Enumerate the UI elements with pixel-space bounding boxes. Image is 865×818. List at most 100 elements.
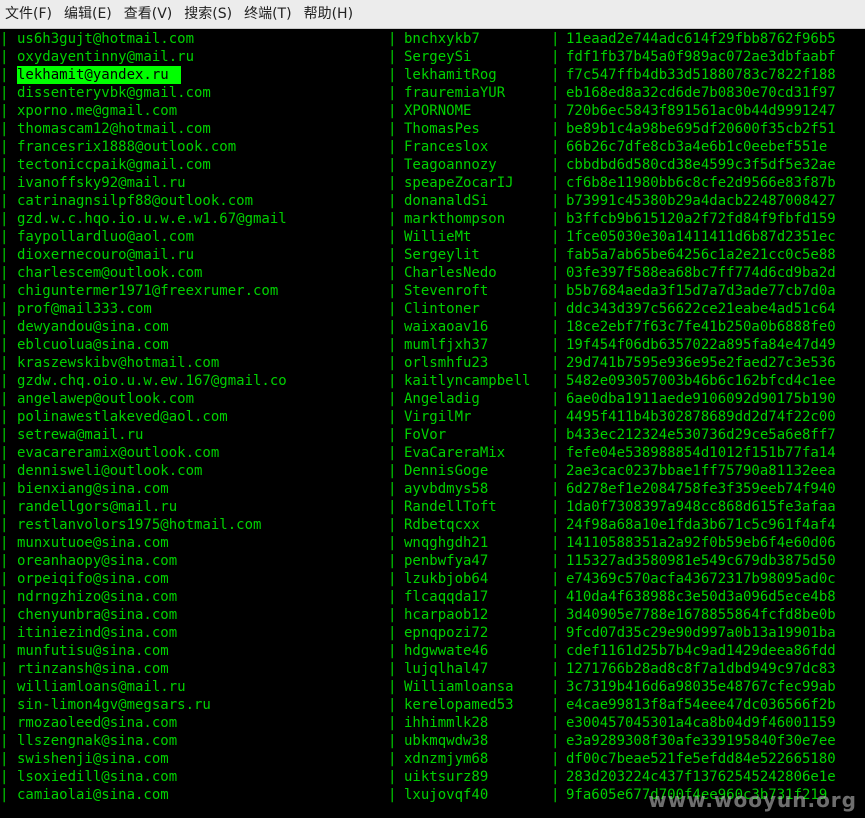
terminal-row: | chiguntermer1971@freexrumer.com | Stevenr… bbox=[0, 282, 865, 300]
column-separator: | bbox=[388, 85, 397, 101]
email-cell: bienxiang@sina.com bbox=[17, 481, 169, 497]
column-separator: | bbox=[388, 175, 397, 191]
terminal-row: | xporno.me@gmail.com | XPORNOME | 720b6ec584… bbox=[0, 102, 865, 120]
column-separator: | bbox=[0, 121, 9, 137]
email-cell: polinawestlakeved@aol.com bbox=[17, 409, 228, 425]
email-cell: oxydayentinny@mail.ru bbox=[17, 49, 195, 65]
terminal-row: | francesrix1888@outlook.com | Franceslox | 6… bbox=[0, 138, 865, 156]
column-separator: | bbox=[388, 643, 397, 659]
terminal-row: | tectoniccpaik@gmail.com | Teagoannozy | cbb… bbox=[0, 156, 865, 174]
column-separator: | bbox=[388, 787, 397, 803]
terminal-row: | setrewa@mail.ru | FoVor | b433ec212324e5307… bbox=[0, 426, 865, 444]
username-cell: orlsmhfu23 bbox=[404, 355, 489, 371]
column-separator: | bbox=[0, 103, 9, 119]
username-cell: hdgwwate46 bbox=[404, 643, 489, 659]
terminal-row: | ndrngzhizo@sina.com | flcaqqda17 | 410da4f6… bbox=[0, 588, 865, 606]
username-cell: Teagoannozy bbox=[404, 157, 497, 173]
column-separator: | bbox=[388, 535, 397, 551]
column-separator: | bbox=[388, 427, 397, 443]
terminal-row: | ivanoffsky92@mail.ru | speapeZocarIJ | cf6b… bbox=[0, 174, 865, 192]
column-separator: | bbox=[551, 355, 560, 371]
username-cell: VirgilMr bbox=[404, 409, 472, 425]
email-cell: catrinagnsilpf88@outlook.com bbox=[17, 193, 254, 209]
username-cell: Sergeylit bbox=[404, 247, 480, 263]
column-separator: | bbox=[0, 787, 9, 803]
column-separator: | bbox=[551, 247, 560, 263]
hash-cell: 3d40905e7788e1678855864fcfd8be0b bbox=[566, 607, 836, 623]
column-separator: | bbox=[0, 85, 9, 101]
column-separator: | bbox=[551, 139, 560, 155]
column-separator: | bbox=[388, 769, 397, 785]
email-cell: munfutisu@sina.com bbox=[17, 643, 169, 659]
column-separator: | bbox=[551, 787, 560, 803]
column-separator: | bbox=[388, 211, 397, 227]
column-separator: | bbox=[388, 337, 397, 353]
email-cell: ivanoffsky92@mail.ru bbox=[17, 175, 186, 191]
column-separator: | bbox=[388, 283, 397, 299]
email-cell: ndrngzhizo@sina.com bbox=[17, 589, 178, 605]
column-separator: | bbox=[388, 301, 397, 317]
menu-terminal[interactable]: 终端(T) bbox=[238, 0, 297, 29]
hash-cell: 24f98a68a10e1fda3b671c5c961f4af4 bbox=[566, 517, 836, 533]
menu-help[interactable]: 帮助(H) bbox=[298, 0, 359, 29]
menu-view[interactable]: 查看(V) bbox=[118, 0, 179, 29]
column-separator: | bbox=[551, 445, 560, 461]
column-separator: | bbox=[388, 499, 397, 515]
menu-search[interactable]: 搜索(S) bbox=[178, 0, 238, 29]
column-separator: | bbox=[551, 265, 560, 281]
email-cell: gzdw.chq.oio.u.w.ew.167@gmail.co bbox=[17, 373, 287, 389]
column-separator: | bbox=[551, 553, 560, 569]
terminal-row: | itiniezind@sina.com | epnqpozi72 | 9fcd07d3… bbox=[0, 624, 865, 642]
column-separator: | bbox=[0, 553, 9, 569]
email-cell: angelawep@outlook.com bbox=[17, 391, 195, 407]
column-separator: | bbox=[388, 733, 397, 749]
column-separator: | bbox=[551, 391, 560, 407]
menu-file[interactable]: 文件(F) bbox=[0, 0, 58, 29]
column-separator: | bbox=[388, 571, 397, 587]
column-separator: | bbox=[551, 571, 560, 587]
hash-cell: e300457045301a4ca8b04d9f46001159 bbox=[566, 715, 836, 731]
username-cell: Williamloansa bbox=[404, 679, 514, 695]
column-separator: | bbox=[551, 67, 560, 83]
hash-cell: b433ec212324e530736d29ce5a6e8ff7 bbox=[566, 427, 836, 443]
column-separator: | bbox=[551, 535, 560, 551]
username-cell: XPORNOME bbox=[404, 103, 472, 119]
column-separator: | bbox=[388, 49, 397, 65]
hash-cell: e4cae99813f8af54eee47dc036566f2b bbox=[566, 697, 836, 713]
username-cell: WillieMt bbox=[404, 229, 472, 245]
hash-cell: cbbdbd6d580cd38e4599c3f5df5e32ae bbox=[566, 157, 836, 173]
email-cell: randellgors@mail.ru bbox=[17, 499, 178, 515]
column-separator: | bbox=[388, 679, 397, 695]
email-cell: tectoniccpaik@gmail.com bbox=[17, 157, 211, 173]
column-separator: | bbox=[388, 751, 397, 767]
email-cell: gzd.w.c.hqo.io.u.w.e.w1.67@gmail bbox=[17, 211, 287, 227]
email-cell: dewyandou@sina.com bbox=[17, 319, 169, 335]
email-cell: us6h3gujt@hotmail.com bbox=[17, 31, 195, 47]
column-separator: | bbox=[388, 355, 397, 371]
email-cell: dissenteryvbk@gmail.com bbox=[17, 85, 211, 101]
hash-cell: 3c7319b416d6a98035e48767cfec99ab bbox=[566, 679, 836, 695]
column-separator: | bbox=[551, 517, 560, 533]
column-separator: | bbox=[388, 121, 397, 137]
column-separator: | bbox=[551, 229, 560, 245]
column-separator: | bbox=[388, 481, 397, 497]
column-separator: | bbox=[551, 283, 560, 299]
terminal-row: | catrinagnsilpf88@outlook.com | donanaldSi… bbox=[0, 192, 865, 210]
terminal-row: | restlanvolors1975@hotmail.com | Rdbetqcxx… bbox=[0, 516, 865, 534]
column-separator: | bbox=[0, 463, 9, 479]
terminal-row: | gzdw.chq.oio.u.w.ew.167@gmail.co | kaitly… bbox=[0, 372, 865, 390]
terminal-row: | chenyunbra@sina.com | hcarpaob12 | 3d40905e… bbox=[0, 606, 865, 624]
terminal-output[interactable]: | us6h3gujt@hotmail.com | bnchxykb7 | 11eaad2… bbox=[0, 29, 865, 818]
username-cell: xdnzmjym68 bbox=[404, 751, 489, 767]
menu-edit[interactable]: 编辑(E) bbox=[58, 0, 118, 29]
hash-cell: 283d203224c437f13762545242806e1e bbox=[566, 769, 836, 785]
terminal-row: | orpeiqifo@sina.com | lzukbjob64 | e74369c57… bbox=[0, 570, 865, 588]
column-separator: | bbox=[551, 193, 560, 209]
terminal-row: | kraszewskibv@hotmail.com | orlsmhfu23 | 29d… bbox=[0, 354, 865, 372]
email-cell: lekhamit@yandex.ru bbox=[17, 66, 181, 84]
terminal-row: | swishenji@sina.com | xdnzmjym68 | df00c7bea… bbox=[0, 750, 865, 768]
username-cell: epnqpozi72 bbox=[404, 625, 489, 641]
terminal-row: | us6h3gujt@hotmail.com | bnchxykb7 | 11eaad2… bbox=[0, 30, 865, 48]
hash-cell: 29d741b7595e936e95e2faed27c3e536 bbox=[566, 355, 836, 371]
hash-cell: df00c7beae521fe5efdd84e522665180 bbox=[566, 751, 836, 767]
